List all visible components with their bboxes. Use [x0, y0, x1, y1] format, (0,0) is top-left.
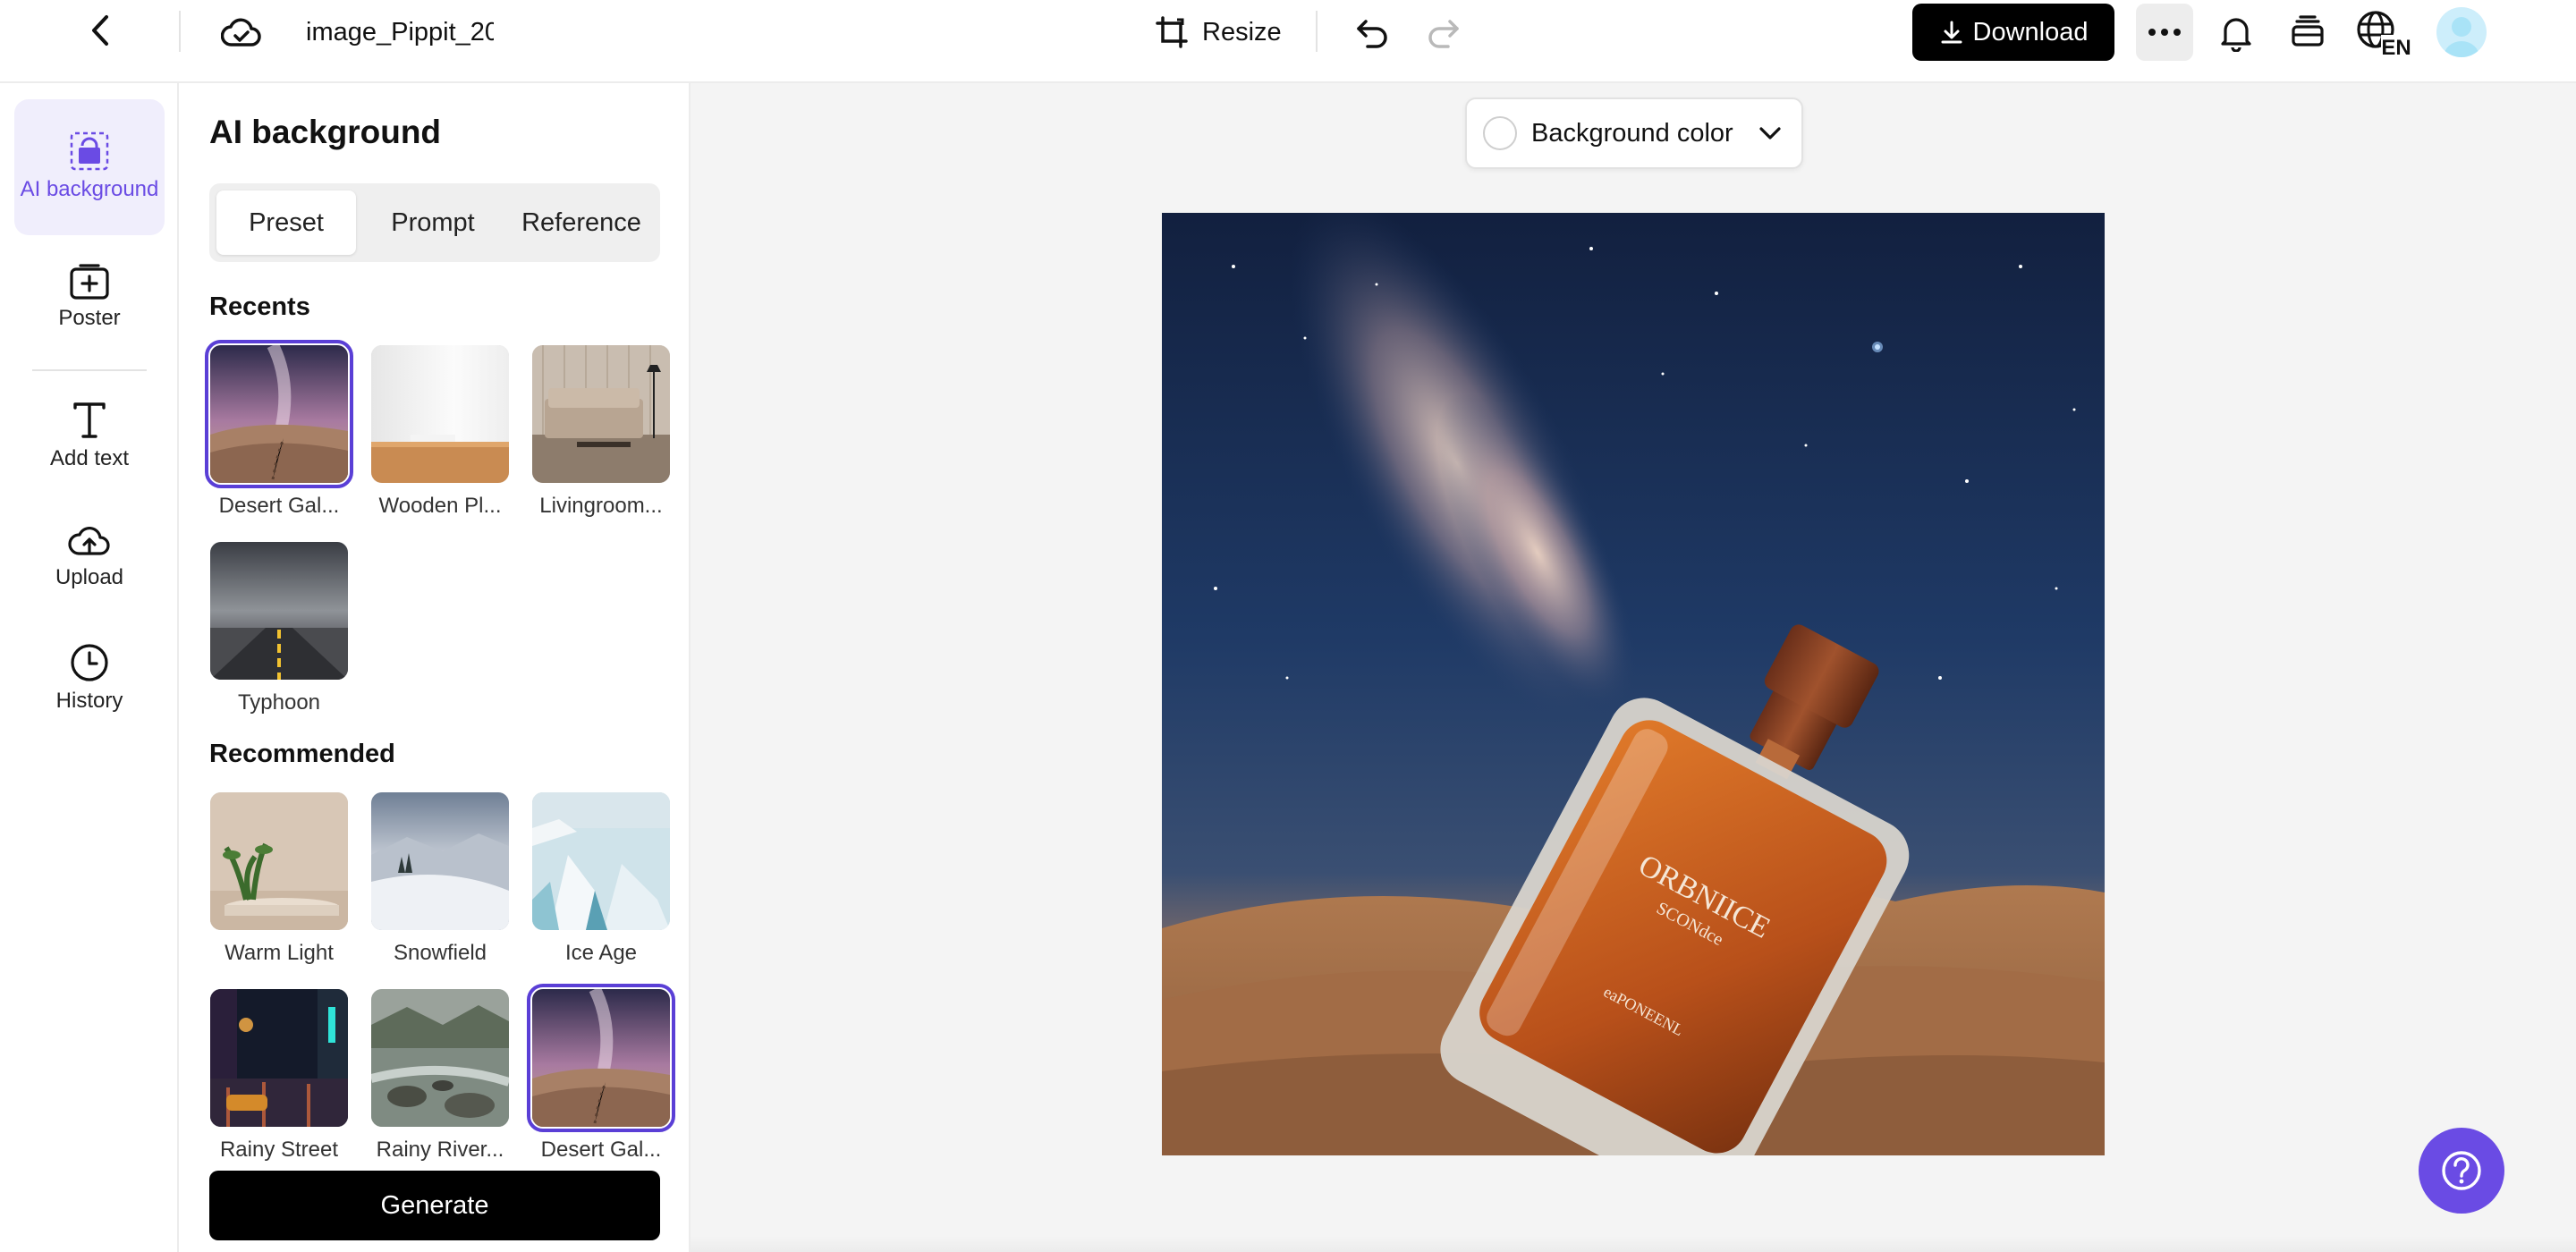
preset-thumbnail[interactable]: Snowfield — [371, 792, 509, 966]
preset-image-wooden-platform — [371, 345, 509, 483]
preset-label: Warm Light — [225, 941, 334, 965]
chevron-down-icon — [1759, 127, 1781, 140]
top-bar: image_Pippit_20 Resize Download EN — [0, 0, 2576, 83]
resize-label: Resize — [1202, 17, 1282, 47]
artboard-image[interactable]: ORBNIICE SCONdce eaPONEENL — [1162, 213, 2105, 1155]
preset-thumbnail[interactable]: Desert Gal... — [527, 984, 675, 1163]
rail-item-upload[interactable]: Upload — [14, 512, 165, 602]
cloud-check-icon — [221, 18, 261, 47]
bell-icon — [2221, 18, 2251, 52]
resize-icon — [1156, 16, 1188, 48]
background-color-label: Background color — [1531, 118, 1733, 148]
ai-background-icon — [70, 131, 109, 171]
preset-image-typhoon — [210, 542, 348, 680]
divider — [1316, 11, 1318, 52]
generate-button[interactable]: Generate — [209, 1171, 660, 1240]
download-icon — [1941, 21, 1962, 44]
preset-label: Desert Gal... — [218, 494, 340, 518]
background-color-dropdown[interactable]: Background color — [1465, 97, 1803, 169]
document-title[interactable]: image_Pippit_20 — [306, 18, 494, 47]
notifications-button[interactable] — [2213, 9, 2259, 55]
preset-image-rainy-street — [210, 989, 348, 1127]
rail-item-add-text[interactable]: Add text — [14, 387, 165, 486]
preset-image-rainy-river — [371, 989, 509, 1127]
preset-thumbnail[interactable]: Wooden Pl... — [371, 345, 509, 519]
globe-icon: EN — [2357, 11, 2411, 56]
tab-preset[interactable]: Preset — [216, 190, 356, 255]
preset-thumbnail[interactable]: Livingroom... — [532, 345, 670, 519]
rail-item-ai-background[interactable]: AI background — [14, 99, 165, 235]
mode-tabs: Preset Prompt Reference — [209, 183, 660, 262]
rail-item-history[interactable]: History — [14, 634, 165, 723]
download-button[interactable]: Download — [1912, 4, 2114, 61]
preset-label: Snowfield — [393, 941, 487, 965]
layers-button[interactable] — [2284, 9, 2331, 55]
user-avatar[interactable] — [2436, 7, 2487, 57]
help-icon — [2442, 1151, 2481, 1190]
preset-label: Ice Age — [564, 941, 638, 965]
more-options-button[interactable] — [2136, 4, 2193, 61]
canvas-bottom-edge — [691, 1236, 2576, 1252]
back-button[interactable] — [80, 11, 120, 50]
panel-title: AI background — [209, 114, 442, 150]
preset-image-desert-galaxy — [205, 340, 353, 488]
preset-label: Livingroom... — [539, 494, 663, 518]
preset-thumbnail[interactable]: Rainy Street — [210, 989, 348, 1163]
cloud-save-button[interactable] — [220, 13, 263, 52]
preset-image-snowfield — [371, 792, 509, 930]
preset-thumbnail[interactable]: Typhoon — [210, 542, 348, 715]
text-icon — [73, 402, 106, 438]
ai-background-panel: AI background Preset Prompt Reference Re… — [179, 83, 691, 1252]
layers-icon — [2292, 15, 2324, 47]
resize-button[interactable]: Resize — [1154, 11, 1282, 54]
rail-divider — [32, 369, 147, 371]
recommended-heading: Recommended — [209, 740, 395, 768]
rail-item-label: History — [55, 689, 123, 713]
chevron-left-icon — [92, 15, 108, 46]
undo-button[interactable] — [1351, 11, 1394, 54]
preset-label: Typhoon — [237, 690, 321, 715]
tool-rail: AI background Poster Add text Upload His… — [0, 83, 179, 1252]
poster-icon — [70, 264, 109, 300]
rail-item-label: AI background — [20, 177, 159, 201]
divider — [179, 11, 181, 52]
product-photo: ORBNIICE SCONdce eaPONEENL — [1162, 213, 2105, 1155]
color-swatch — [1483, 116, 1517, 150]
upload-icon — [68, 526, 110, 555]
preset-label: Desert Gal... — [540, 1138, 662, 1162]
download-label: Download — [1972, 17, 2089, 47]
preset-label: Rainy River... — [376, 1138, 504, 1162]
preset-image-desert-galaxy — [527, 984, 675, 1132]
rail-item-label: Add text — [49, 446, 130, 470]
language-button[interactable]: EN — [2356, 9, 2411, 57]
rail-item-poster[interactable]: Poster — [14, 253, 165, 343]
preset-image-livingroom — [532, 345, 670, 483]
recents-heading: Recents — [209, 292, 310, 321]
language-code: EN — [2381, 36, 2411, 56]
redo-icon — [1428, 20, 1459, 48]
tab-prompt[interactable]: Prompt — [363, 190, 503, 255]
preset-label: Rainy Street — [219, 1138, 339, 1162]
preset-thumbnail[interactable]: Warm Light — [210, 792, 348, 966]
preset-image-ice-age — [532, 792, 670, 930]
preset-label: Wooden Pl... — [378, 494, 502, 518]
preset-thumbnail[interactable]: Ice Age — [532, 792, 670, 966]
canvas-area: Background color ORBNIICE SCONdce eaPONE… — [691, 83, 2576, 1252]
preset-image-warm-light — [210, 792, 348, 930]
rail-item-label: Poster — [58, 306, 121, 330]
more-horizontal-icon — [2148, 29, 2181, 36]
preset-thumbnail[interactable]: Rainy River... — [371, 989, 509, 1163]
preset-thumbnail[interactable]: Desert Gal... — [205, 340, 353, 519]
history-icon — [71, 644, 108, 681]
rail-item-label: Upload — [55, 565, 124, 589]
redo-button[interactable] — [1422, 11, 1465, 54]
help-button[interactable] — [2419, 1128, 2504, 1214]
undo-icon — [1357, 20, 1387, 48]
tab-reference[interactable]: Reference — [510, 190, 653, 255]
user-icon — [2444, 17, 2479, 57]
